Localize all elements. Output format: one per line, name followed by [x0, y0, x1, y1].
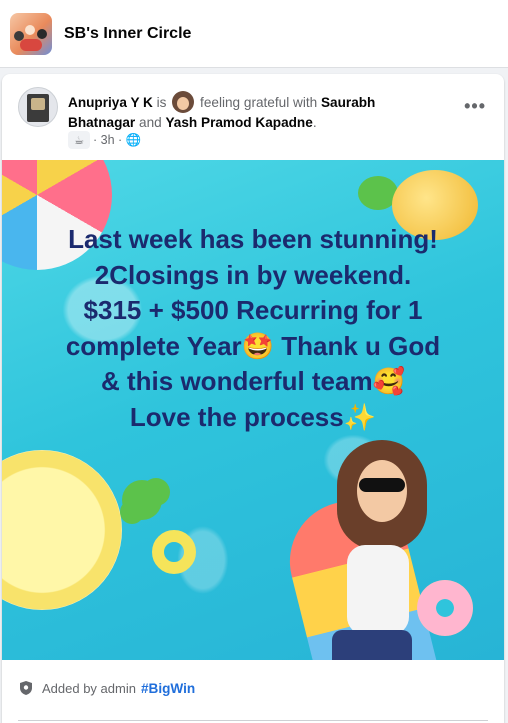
lemon-float-graphic [2, 450, 122, 610]
post-header: Anupriya Y K is feeling grateful with Sa… [2, 74, 504, 160]
group-avatar[interactable] [10, 12, 52, 55]
dot-separator-2: · [118, 133, 123, 147]
coffee-cup-icon: ☕ [68, 131, 90, 149]
avatar-legs-graphic [332, 630, 412, 660]
post-footer: Added by admin #BigWin [2, 660, 504, 723]
added-by-text: Added by admin [42, 680, 136, 696]
more-options-button[interactable]: ••• [464, 96, 486, 117]
post-image[interactable]: Last week has been stunning! 2Closings i… [2, 160, 504, 660]
post-meta: ☕ · 3h · 🌐 [68, 131, 141, 149]
post-time[interactable]: 3h [101, 133, 115, 147]
author-name[interactable]: Anupriya Y K [68, 95, 153, 110]
post-header-text: Anupriya Y K is feeling grateful with Sa… [68, 91, 438, 133]
donut-float-graphic [417, 580, 473, 636]
group-name[interactable]: SB's Inner Circle [64, 25, 191, 43]
sunglasses-graphic [359, 478, 405, 492]
hashtag-link[interactable]: #BigWin [141, 681, 195, 696]
dot-separator: · [93, 133, 98, 147]
image-text-line-2: 2Closings in by weekend. [94, 259, 412, 290]
ring-float-graphic [152, 530, 196, 574]
image-text: Last week has been stunning! 2Closings i… [30, 222, 476, 435]
green-splash-graphic [122, 480, 162, 520]
image-text-line-6: Love the process✨ [129, 401, 377, 432]
image-text-line-3: $315 + $500 Recurring for 1 [83, 295, 423, 325]
image-text-line-4: complete Year🤩 Thank u God [65, 330, 441, 361]
is-text: is [156, 95, 167, 110]
admin-shield-icon [20, 681, 32, 695]
author-avatar[interactable] [18, 87, 58, 127]
admin-note: Added by admin #BigWin [18, 680, 195, 696]
image-text-line-5: & this wonderful team🥰 [101, 366, 405, 396]
avatar-body-graphic [347, 545, 409, 635]
period-text: . [312, 115, 317, 130]
footer-divider [18, 720, 488, 721]
post-card: Anupriya Y K is feeling grateful with Sa… [2, 74, 504, 723]
and-text: and [139, 115, 162, 130]
globe-icon[interactable]: 🌐 [126, 133, 142, 148]
feeling-text: feeling grateful with [200, 95, 318, 110]
feeling-avatar-icon [172, 91, 195, 113]
group-header: SB's Inner Circle [0, 0, 508, 68]
tagged-user-2[interactable]: Yash Pramod Kapadne [165, 115, 312, 130]
image-text-line-1: Last week has been stunning! [68, 224, 438, 254]
